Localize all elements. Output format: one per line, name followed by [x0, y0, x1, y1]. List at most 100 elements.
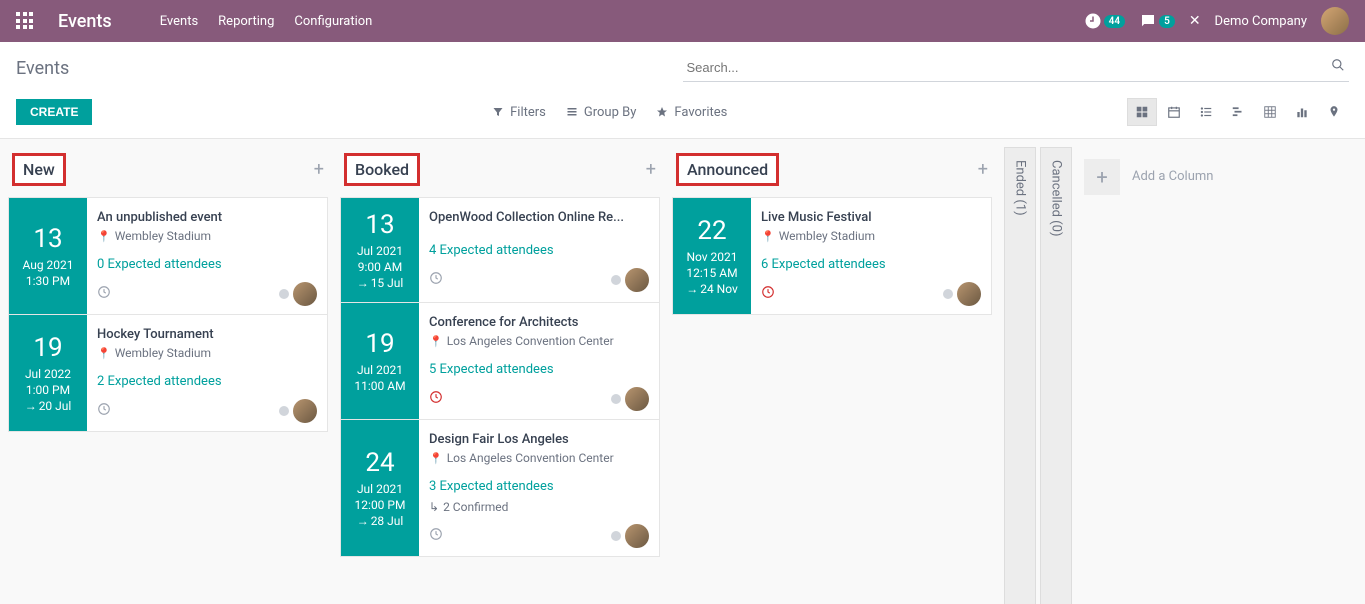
card-body: Design Fair Los Angeles 📍Los Angeles Con…: [419, 420, 659, 556]
create-button[interactable]: CREATE: [16, 99, 92, 125]
card-time: 1:00 PM: [26, 383, 70, 397]
nav-link-configuration[interactable]: Configuration: [294, 14, 372, 29]
groupby-button[interactable]: Group By: [566, 105, 637, 120]
card-attendees[interactable]: 0 Expected attendees: [97, 257, 317, 272]
assignee-avatar[interactable]: [625, 268, 649, 292]
column-quick-create[interactable]: +: [314, 159, 324, 180]
add-column-label[interactable]: Add a Column: [1132, 159, 1213, 184]
view-list[interactable]: [1191, 98, 1221, 126]
kanban-card[interactable]: 24 Jul 2021 12:00 PM 28 Jul Design Fair …: [340, 419, 660, 557]
search-input[interactable]: [683, 54, 1350, 82]
view-calendar[interactable]: [1159, 98, 1189, 126]
priority-dot[interactable]: [279, 406, 289, 416]
nav-link-events[interactable]: Events: [160, 14, 198, 29]
column-title[interactable]: New: [12, 153, 66, 186]
kanban-card[interactable]: 13 Jul 2021 9:00 AM 15 Jul OpenWood Coll…: [340, 197, 660, 303]
folded-column-label: Ended (1): [1013, 160, 1028, 216]
card-date-panel: 22 Nov 2021 12:15 AM 24 Nov: [673, 198, 751, 314]
card-day: 13: [365, 210, 394, 240]
card-date-panel: 19 Jul 2021 11:00 AM: [341, 303, 419, 419]
search-icon[interactable]: [1331, 58, 1345, 76]
card-time: 12:15 AM: [686, 266, 737, 280]
card-end-date: 24 Nov: [686, 282, 738, 296]
kanban-card[interactable]: 13 Aug 2021 1:30 PM An unpublished event…: [8, 197, 328, 315]
add-column-button[interactable]: +: [1084, 159, 1120, 195]
debug-icon[interactable]: ✕: [1189, 13, 1201, 29]
messages-button[interactable]: 5: [1139, 12, 1175, 30]
card-location: 📍Los Angeles Convention Center: [429, 451, 649, 465]
card-title: OpenWood Collection Online Re...: [429, 210, 629, 225]
activity-icon[interactable]: [97, 402, 111, 420]
chat-icon: [1139, 12, 1157, 30]
activity-icon[interactable]: [429, 527, 443, 545]
column-title[interactable]: Booked: [344, 153, 420, 186]
map-pin-icon: 📍: [97, 347, 111, 360]
card-end-date: 15 Jul: [357, 276, 404, 290]
card-day: 19: [33, 333, 62, 363]
card-date-panel: 13 Jul 2021 9:00 AM 15 Jul: [341, 198, 419, 302]
card-month-year: Nov 2021: [686, 250, 737, 264]
column-quick-create[interactable]: +: [646, 159, 656, 180]
card-date-panel: 19 Jul 2022 1:00 PM 20 Jul: [9, 315, 87, 431]
nav-link-reporting[interactable]: Reporting: [218, 14, 274, 29]
column-quick-create[interactable]: +: [978, 159, 988, 180]
card-attendees[interactable]: 3 Expected attendees: [429, 479, 649, 494]
assignee-avatar[interactable]: [293, 399, 317, 423]
card-time: 9:00 AM: [358, 260, 402, 274]
kanban-board: New + 13 Aug 2021 1:30 PM An unpublished …: [0, 139, 1365, 604]
favorites-label: Favorites: [674, 105, 727, 120]
assignee-avatar[interactable]: [625, 524, 649, 548]
control-panel: Events CREATE Filters Group By Favorites: [0, 42, 1365, 139]
card-time: 1:30 PM: [26, 274, 70, 288]
kanban-card[interactable]: 19 Jul 2022 1:00 PM 20 Jul Hockey Tourna…: [8, 314, 328, 432]
card-attendees[interactable]: 2 Expected attendees: [97, 374, 317, 389]
card-body: Conference for Architects 📍Los Angeles C…: [419, 303, 659, 419]
user-avatar[interactable]: [1321, 7, 1349, 35]
kanban-card[interactable]: 19 Jul 2021 11:00 AM Conference for Arch…: [340, 302, 660, 420]
priority-dot[interactable]: [611, 394, 621, 404]
priority-dot[interactable]: [611, 531, 621, 541]
assignee-avatar[interactable]: [293, 282, 317, 306]
column-title[interactable]: Announced: [676, 153, 779, 186]
app-brand: Events: [58, 11, 112, 32]
activities-button[interactable]: 44: [1084, 12, 1125, 30]
view-pivot[interactable]: [1255, 98, 1285, 126]
view-map[interactable]: [1319, 98, 1349, 126]
card-title: Hockey Tournament: [97, 327, 297, 342]
card-attendees[interactable]: 5 Expected attendees: [429, 362, 649, 377]
card-attendees[interactable]: 6 Expected attendees: [761, 257, 981, 272]
kanban-card[interactable]: 22 Nov 2021 12:15 AM 24 Nov Live Music F…: [672, 197, 992, 315]
card-day: 13: [33, 224, 62, 254]
priority-dot[interactable]: [279, 289, 289, 299]
card-day: 24: [365, 448, 394, 478]
activity-icon[interactable]: [97, 285, 111, 303]
top-navbar: Events Events Reporting Configuration 44…: [0, 0, 1365, 42]
company-name[interactable]: Demo Company: [1215, 14, 1307, 29]
map-pin-icon: 📍: [429, 452, 443, 465]
card-location: 📍Wembley Stadium: [761, 229, 981, 243]
card-month-year: Aug 2021: [22, 258, 73, 272]
view-graph[interactable]: [1287, 98, 1317, 126]
assignee-avatar[interactable]: [625, 387, 649, 411]
card-body: Hockey Tournament 📍Wembley Stadium 2 Exp…: [87, 315, 327, 431]
card-date-panel: 13 Aug 2021 1:30 PM: [9, 198, 87, 314]
card-title: Conference for Architects: [429, 315, 629, 330]
favorites-button[interactable]: Favorites: [656, 105, 727, 120]
activity-icon[interactable]: [429, 271, 443, 289]
folded-column[interactable]: Ended (1): [1004, 147, 1036, 604]
add-column-area: + Add a Column: [1076, 147, 1213, 195]
folded-column[interactable]: Cancelled (0): [1040, 147, 1072, 604]
activity-icon[interactable]: [761, 285, 775, 303]
priority-dot[interactable]: [943, 289, 953, 299]
card-attendees[interactable]: 4 Expected attendees: [429, 243, 649, 258]
card-title: Design Fair Los Angeles: [429, 432, 629, 447]
apps-icon[interactable]: [16, 12, 34, 30]
card-month-year: Jul 2022: [25, 367, 71, 381]
activity-icon[interactable]: [429, 390, 443, 408]
assignee-avatar[interactable]: [957, 282, 981, 306]
filters-button[interactable]: Filters: [492, 105, 546, 120]
view-gantt[interactable]: [1223, 98, 1253, 126]
view-kanban[interactable]: [1127, 98, 1157, 126]
card-body: OpenWood Collection Online Re... 4 Expec…: [419, 198, 659, 302]
priority-dot[interactable]: [611, 275, 621, 285]
